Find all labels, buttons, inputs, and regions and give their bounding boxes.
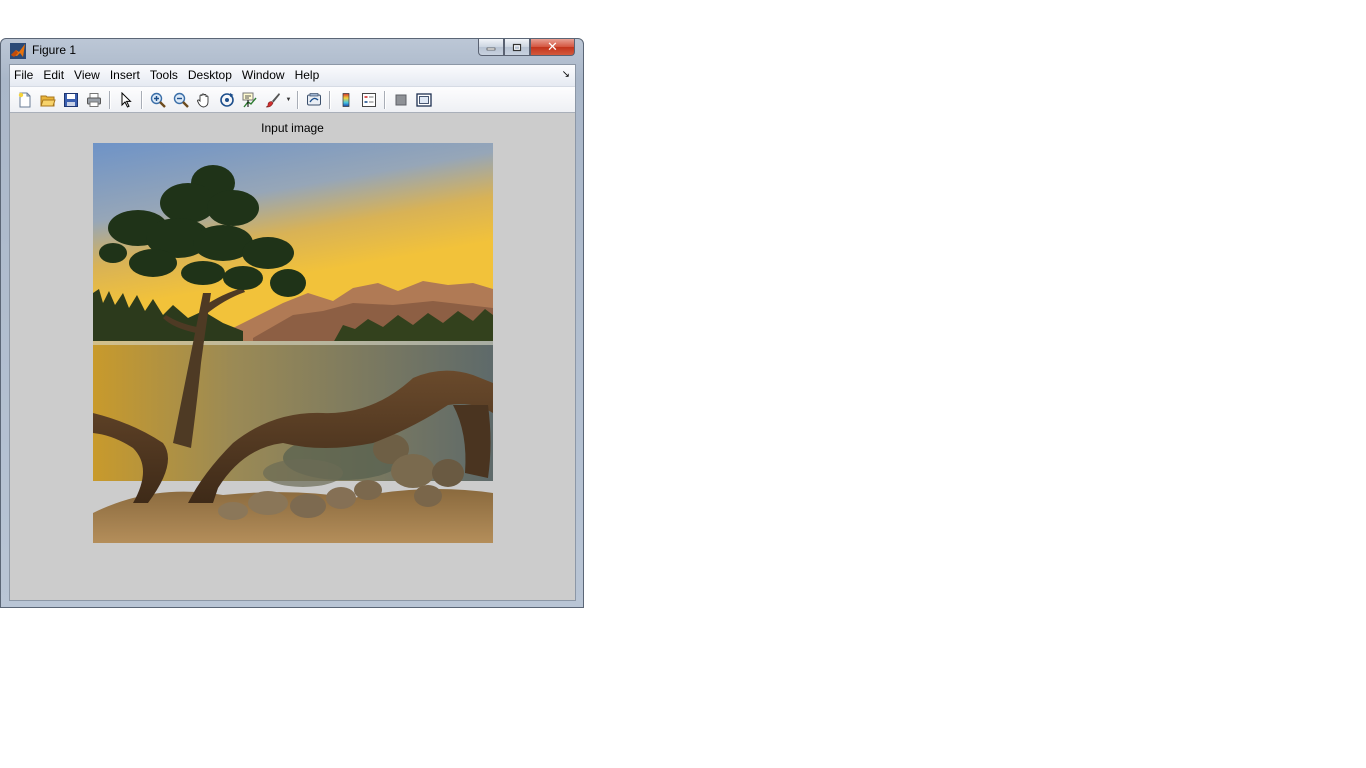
link-plot-icon <box>306 92 321 105</box>
print-figure-icon <box>86 92 101 107</box>
insert-legend-icon <box>361 92 376 107</box>
brush-icon <box>265 92 280 107</box>
minimize-button[interactable] <box>478 39 504 56</box>
insert-legend-button[interactable] <box>357 89 380 111</box>
hide-plot-tools-button[interactable] <box>389 89 412 111</box>
rotate-3d-button[interactable] <box>215 89 238 111</box>
brush-button[interactable] <box>261 89 284 111</box>
hide-plot-tools-icon <box>395 94 406 105</box>
menu-tools[interactable]: Tools <box>145 65 183 86</box>
zoom-out-button[interactable] <box>169 89 192 111</box>
menu-help[interactable]: Help <box>290 65 325 86</box>
menu-insert[interactable]: Insert <box>105 65 145 86</box>
dock-figure-icon[interactable]: ↘ <box>562 69 570 80</box>
figure-window: Figure 1 ✕ File Edit View Insert Tools D… <box>0 38 584 608</box>
close-button[interactable]: ✕ <box>530 39 575 56</box>
rotate-3d-icon <box>219 92 234 107</box>
close-icon: ✕ <box>547 39 558 54</box>
menu-window[interactable]: Window <box>237 65 290 86</box>
zoom-in-button[interactable] <box>146 89 169 111</box>
toolbar-separator <box>109 90 110 109</box>
print-figure-button[interactable] <box>82 89 105 111</box>
menu-view[interactable]: View <box>69 65 105 86</box>
toolbar-separator <box>384 90 385 109</box>
link-plot-button[interactable] <box>302 89 325 111</box>
brush-dropdown-icon[interactable]: ▼ <box>284 89 293 111</box>
pan-icon <box>196 93 208 107</box>
save-figure-button[interactable] <box>59 89 82 111</box>
restore-button[interactable] <box>504 39 530 56</box>
restore-icon <box>512 43 522 51</box>
displayed-image <box>93 143 493 543</box>
data-cursor-icon <box>242 92 257 107</box>
menu-file[interactable]: File <box>10 65 38 86</box>
open-file-icon <box>39 95 56 106</box>
axes-title: Input image <box>261 121 324 135</box>
show-plot-tools-icon <box>415 92 432 107</box>
figure-canvas[interactable]: Input image <box>10 113 575 601</box>
show-plot-tools-button[interactable] <box>412 89 435 111</box>
edit-plot-icon <box>121 91 132 108</box>
minimize-icon <box>486 47 496 51</box>
new-figure-icon <box>18 92 30 107</box>
new-figure-button[interactable] <box>13 89 36 111</box>
matlab-logo-icon <box>10 43 26 59</box>
data-cursor-button[interactable] <box>238 89 261 111</box>
toolbar-separator <box>141 90 142 109</box>
toolbar-separator <box>297 90 298 109</box>
insert-colorbar-button[interactable] <box>334 89 357 111</box>
open-file-button[interactable] <box>36 89 59 111</box>
menu-bar: File Edit View Insert Tools Desktop Wind… <box>10 65 575 87</box>
zoom-out-icon <box>173 92 189 108</box>
toolbar-separator <box>329 90 330 109</box>
figure-toolbar: ▼ <box>10 87 575 113</box>
menu-edit[interactable]: Edit <box>38 65 69 86</box>
title-bar[interactable]: Figure 1 ✕ <box>1 39 583 63</box>
menu-desktop[interactable]: Desktop <box>183 65 237 86</box>
insert-colorbar-icon <box>342 92 349 107</box>
figure-client-area: File Edit View Insert Tools Desktop Wind… <box>9 64 576 601</box>
edit-plot-button[interactable] <box>114 89 137 111</box>
window-title: Figure 1 <box>32 43 77 57</box>
zoom-in-icon <box>150 92 166 108</box>
save-figure-icon <box>63 92 78 107</box>
pan-button[interactable] <box>192 89 215 111</box>
